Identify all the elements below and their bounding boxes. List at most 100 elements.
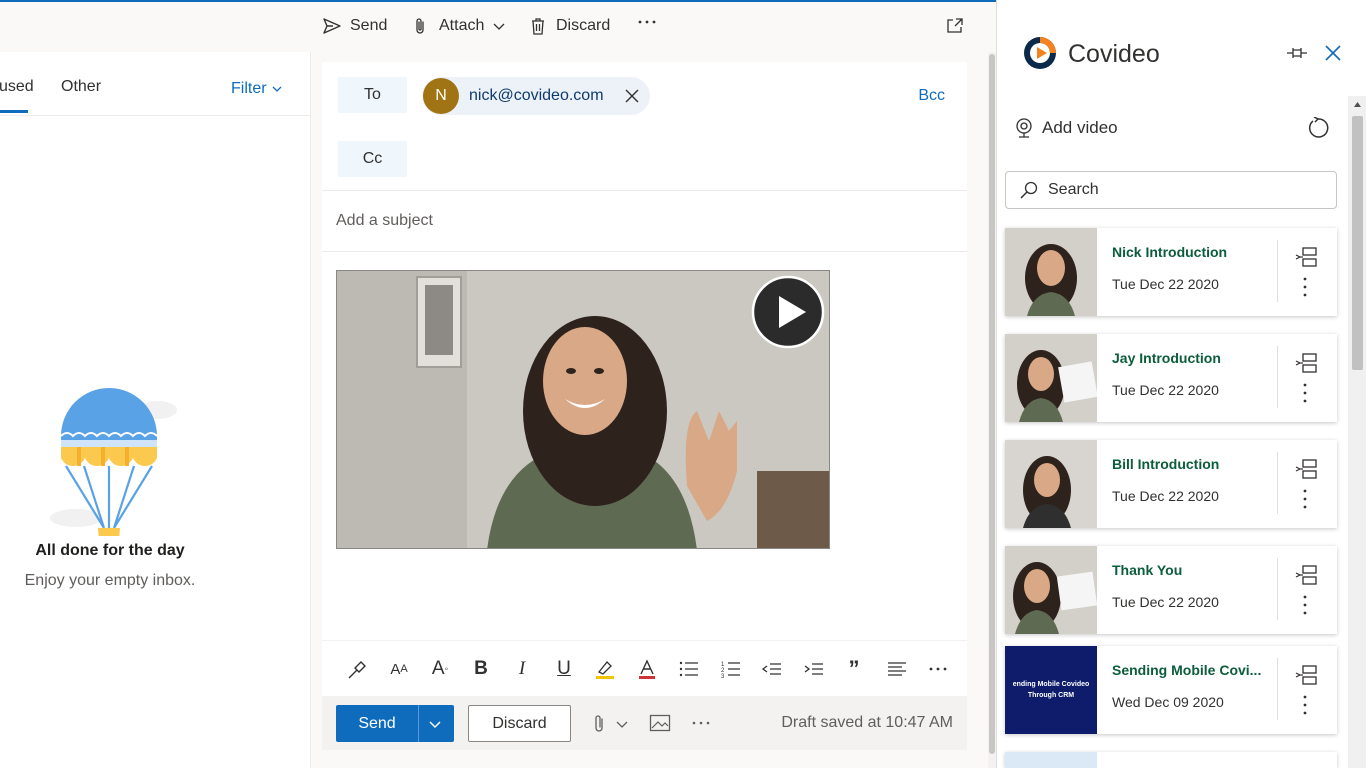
highlight-icon[interactable] (593, 657, 617, 681)
decrease-indent-icon[interactable] (760, 657, 784, 681)
send-icon (323, 18, 341, 34)
bcc-button[interactable]: Bcc (918, 87, 945, 105)
video-thumbnail[interactable] (1005, 546, 1097, 634)
video-thumbnail[interactable] (336, 270, 830, 549)
to-row: To N nick@covideo.com Bcc (322, 62, 967, 126)
formatting-toolbar: AA A ◦ B I U 123 ” (322, 640, 967, 696)
send-label: Send (358, 715, 396, 732)
panel-scrollbar[interactable] (1348, 96, 1366, 768)
more-vertical-icon[interactable] (1299, 594, 1311, 616)
chevron-down-icon[interactable] (492, 19, 506, 33)
divider (322, 251, 967, 252)
send-button[interactable]: Send (336, 705, 454, 742)
video-card[interactable]: ending Mobile Covideo Through CRM Sendin… (1005, 646, 1337, 734)
video-thumbnail[interactable] (1005, 440, 1097, 528)
popout-icon (947, 18, 963, 33)
video-thumbnail-image (1005, 228, 1097, 316)
more-vertical-icon[interactable] (1299, 694, 1311, 716)
insert-video-icon[interactable] (1295, 352, 1317, 374)
video-thumbnail[interactable] (1005, 228, 1097, 316)
add-video-label: Add video (1042, 118, 1118, 137)
play-icon[interactable] (751, 275, 825, 349)
more-formatting-icon[interactable] (926, 657, 950, 681)
video-date: Tue Dec 22 2020 (1112, 382, 1219, 398)
to-button[interactable]: To (338, 77, 407, 113)
video-title: Thank You (1112, 562, 1183, 578)
text-effects-icon[interactable]: A ◦ (428, 657, 452, 681)
toolbar-attach-label: Attach (439, 17, 485, 34)
webcam-icon (1016, 118, 1032, 138)
format-painter-icon[interactable] (346, 657, 370, 681)
video-card[interactable]: Nick Introduction Tue Dec 22 2020 (1005, 228, 1337, 316)
insert-video-icon[interactable] (1295, 246, 1317, 268)
scrollbar-thumb[interactable] (989, 54, 995, 754)
chevron-down-icon[interactable] (427, 716, 443, 732)
subject-field[interactable]: Add a subject (322, 191, 967, 251)
video-thumbnail[interactable]: ending Mobile Covideo Through CRM (1005, 646, 1097, 734)
divider (1277, 658, 1278, 720)
bullets-icon[interactable] (677, 657, 701, 681)
insert-video-icon[interactable] (1295, 458, 1317, 480)
insert-video-icon[interactable] (1295, 564, 1317, 586)
inbox-pane: used Other Filter All done for the day E… (0, 52, 311, 768)
subject-input[interactable]: Add a subject (336, 212, 433, 230)
video-title: Sending Mobile Covi... (1112, 662, 1262, 678)
image-icon[interactable] (649, 714, 671, 732)
ellipsis-icon[interactable] (691, 714, 711, 732)
font-color-icon[interactable] (635, 657, 659, 681)
chevron-down-icon[interactable] (615, 717, 629, 731)
filter-button[interactable]: Filter (231, 80, 283, 98)
more-vertical-icon[interactable] (1299, 382, 1311, 404)
search-placeholder: Search (1048, 181, 1099, 198)
more-vertical-icon[interactable] (1299, 276, 1311, 298)
scroll-up-icon[interactable] (1353, 100, 1362, 109)
tab-focused[interactable]: used (0, 78, 34, 96)
pin-icon[interactable] (1286, 44, 1308, 62)
video-card[interactable]: Jay Introduction Tue Dec 22 2020 (1005, 334, 1337, 422)
toolbar-attach-button[interactable]: Attach (411, 16, 506, 36)
video-thumbnail[interactable] (1005, 334, 1097, 422)
video-date: Wed Dec 09 2020 (1112, 694, 1224, 710)
video-thumbnail[interactable] (1005, 752, 1097, 768)
more-vertical-icon[interactable] (1299, 488, 1311, 510)
paperclip-icon[interactable] (590, 713, 608, 735)
italic-icon[interactable]: I (510, 657, 534, 681)
close-icon[interactable] (624, 88, 640, 104)
video-date: Tue Dec 22 2020 (1112, 488, 1219, 504)
panel-title: Covideo (1068, 40, 1160, 68)
add-video-button[interactable]: Add video (1015, 118, 1118, 138)
tab-other[interactable]: Other (61, 78, 101, 96)
refresh-icon[interactable] (1307, 117, 1329, 139)
close-icon[interactable] (1324, 44, 1342, 62)
font-size-icon[interactable]: AA (387, 657, 411, 681)
numbering-icon[interactable]: 123 (719, 657, 743, 681)
align-icon[interactable] (885, 657, 909, 681)
bold-icon[interactable]: B (469, 657, 493, 681)
increase-indent-icon[interactable] (802, 657, 826, 681)
compose-form: To N nick@covideo.com Bcc Cc Add a subje… (322, 62, 967, 750)
popout-button[interactable] (946, 17, 964, 35)
toolbar-more-button[interactable] (637, 12, 657, 32)
cc-button[interactable]: Cc (338, 141, 407, 177)
search-input[interactable]: Search (1005, 171, 1337, 209)
compose-action-bar: Send Discard Draft saved at 10:47 AM (322, 696, 967, 750)
video-card[interactable]: Bill Introduction Tue Dec 22 2020 (1005, 440, 1337, 528)
insert-video-icon[interactable] (1295, 664, 1317, 686)
toolbar-send-button[interactable]: Send (322, 16, 387, 36)
hot-air-balloon-illustration (50, 388, 177, 536)
discard-button[interactable]: Discard (468, 705, 571, 742)
video-card[interactable]: Thank You Tue Dec 22 2020 (1005, 546, 1337, 634)
filter-label: Filter (231, 80, 267, 97)
video-thumbnail-image (1005, 334, 1097, 422)
scrollbar-thumb[interactable] (1352, 116, 1363, 370)
recipient-chip[interactable]: N nick@covideo.com (422, 77, 650, 115)
compose-scrollbar[interactable] (988, 52, 996, 768)
toolbar-discard-button[interactable]: Discard (528, 16, 610, 36)
empty-inbox-title: All done for the day (35, 542, 185, 559)
thumbnail-text: ending Mobile Covideo Through CRM (1012, 681, 1090, 699)
underline-icon[interactable]: U (552, 657, 576, 681)
inbox-tabs: used Other Filter (0, 52, 311, 116)
divider (1277, 558, 1278, 620)
video-card[interactable] (1005, 752, 1337, 768)
quote-icon[interactable]: ” (842, 656, 866, 681)
